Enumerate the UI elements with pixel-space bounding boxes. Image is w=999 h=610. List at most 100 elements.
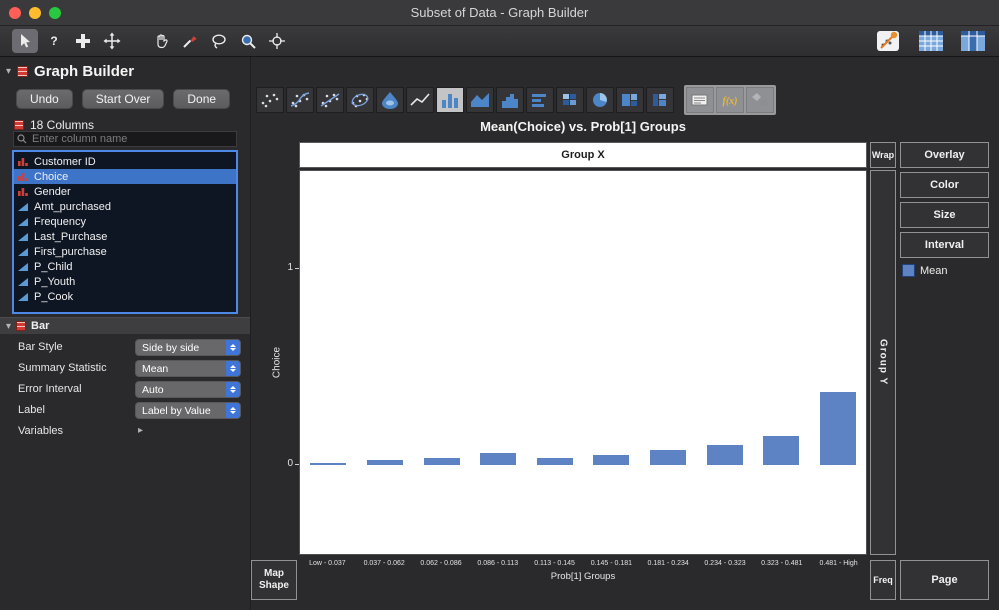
done-button[interactable]: Done <box>173 89 231 109</box>
column-item-p-child[interactable]: P_Child <box>14 259 236 274</box>
palette-bar-h-icon[interactable] <box>526 87 554 113</box>
palette-pie-icon[interactable] <box>586 87 614 113</box>
data-table-icon[interactable] <box>917 28 945 54</box>
popup-chevrons-icon <box>226 382 240 397</box>
bar[interactable] <box>310 463 347 465</box>
graph-builder-window: Subset of Data - Graph Builder ? ▾ Graph… <box>0 0 999 610</box>
bar[interactable] <box>706 445 743 465</box>
color-zone[interactable]: Color <box>900 172 989 198</box>
bar-section-title: Bar <box>31 320 50 332</box>
group-x-zone[interactable]: Group X <box>299 142 867 168</box>
crosshair-tool[interactable] <box>264 29 290 53</box>
traffic-lights <box>9 7 61 19</box>
palette-line-of-fit-icon[interactable] <box>316 87 344 113</box>
palette-formula-icon[interactable]: f(x) <box>716 87 744 113</box>
arrow-tool[interactable] <box>12 29 38 53</box>
variables-row: Variables ▸ <box>0 422 250 443</box>
page-zone[interactable]: Page <box>900 560 989 600</box>
palette-bar-icon[interactable] <box>436 87 464 113</box>
x-tick-label: 0.323 - 0.481 <box>761 560 803 567</box>
palette-treemap-icon[interactable] <box>616 87 644 113</box>
column-name: Choice <box>34 170 69 183</box>
collapse-triangle-icon[interactable]: ▾ <box>6 66 11 77</box>
section-collapse-icon[interactable]: ▾ <box>6 321 11 332</box>
table-icon <box>14 120 24 130</box>
columns-view-icon[interactable] <box>959 28 987 54</box>
label-label: Label <box>18 404 45 416</box>
error-interval-row: Error Interval Auto <box>0 380 250 401</box>
column-item-choice[interactable]: Choice <box>14 169 236 184</box>
column-name: Gender <box>34 185 71 198</box>
nominal-column-icon <box>18 157 29 167</box>
lasso-tool[interactable] <box>206 29 232 53</box>
grabber-tool[interactable] <box>148 29 174 53</box>
group-y-zone[interactable]: Group Y <box>870 170 896 555</box>
summary-statistic-row: Summary Statistic Mean <box>0 359 250 380</box>
palette-caption-box-icon[interactable] <box>686 87 714 113</box>
brush-tool[interactable] <box>177 29 203 53</box>
bar[interactable] <box>423 458 460 465</box>
overlay-zone[interactable]: Overlay <box>900 142 989 168</box>
wrap-zone[interactable]: Wrap <box>870 142 896 168</box>
bar[interactable] <box>819 392 856 465</box>
palette-ellipse-icon[interactable] <box>346 87 374 113</box>
palette-scatter-icon[interactable] <box>256 87 284 113</box>
fat-plus-tool[interactable] <box>70 29 96 53</box>
column-search-input[interactable] <box>30 132 233 146</box>
report-icon <box>17 66 29 77</box>
bar[interactable] <box>593 455 630 465</box>
bar[interactable] <box>649 450 686 465</box>
group-y-label: Group Y <box>877 339 889 386</box>
start-over-button[interactable]: Start Over <box>81 89 165 109</box>
column-item-last-purchase[interactable]: Last_Purchase <box>14 229 236 244</box>
palette-heatmap-icon[interactable] <box>556 87 584 113</box>
magnifier-tool[interactable] <box>235 29 261 53</box>
palette-mosaic-icon[interactable] <box>646 87 674 113</box>
legend: Mean <box>902 264 948 277</box>
error-interval-popup[interactable]: Auto <box>135 381 241 398</box>
continuous-column-icon <box>18 217 29 227</box>
palette-contour-icon[interactable] <box>376 87 404 113</box>
column-item-p-youth[interactable]: P_Youth <box>14 274 236 289</box>
toolbar: ? <box>0 26 999 57</box>
bar[interactable] <box>763 436 800 465</box>
map-shape-zone[interactable]: Map Shape <box>251 560 297 600</box>
move-tool[interactable] <box>99 29 125 53</box>
continuous-column-icon <box>18 292 29 302</box>
undo-button[interactable]: Undo <box>16 89 73 109</box>
column-item-customer-id[interactable]: Customer ID <box>14 154 236 169</box>
element-palette: f(x) <box>256 85 776 115</box>
column-item-amt-purchased[interactable]: Amt_purchased <box>14 199 236 214</box>
palette-area-icon[interactable] <box>466 87 494 113</box>
zoom-window-button[interactable] <box>49 7 61 19</box>
palette-line-icon[interactable] <box>406 87 434 113</box>
column-item-frequency[interactable]: Frequency <box>14 214 236 229</box>
plot-area[interactable] <box>299 170 867 555</box>
minimize-button[interactable] <box>29 7 41 19</box>
help-tool[interactable]: ? <box>41 29 67 53</box>
variables-disclosure-icon[interactable]: ▸ <box>138 425 143 436</box>
palette-smoother-icon[interactable] <box>286 87 314 113</box>
summary-statistic-label: Summary Statistic <box>18 362 107 374</box>
column-name: Last_Purchase <box>34 230 108 243</box>
freq-zone[interactable]: Freq <box>870 560 896 600</box>
column-item-p-cook[interactable]: P_Cook <box>14 289 236 304</box>
palette-histogram-icon[interactable] <box>496 87 524 113</box>
palette-map-shapes-icon[interactable] <box>746 87 774 113</box>
popup-chevrons-icon <box>226 403 240 418</box>
bar[interactable] <box>536 458 573 465</box>
graph-launch-icon[interactable] <box>875 28 903 54</box>
column-item-first-purchase[interactable]: First_purchase <box>14 244 236 259</box>
bar-style-popup[interactable]: Side by side <box>135 339 241 356</box>
close-button[interactable] <box>9 7 21 19</box>
size-zone[interactable]: Size <box>900 202 989 228</box>
column-item-gender[interactable]: Gender <box>14 184 236 199</box>
nominal-column-icon <box>18 172 29 182</box>
summary-statistic-popup[interactable]: Mean <box>135 360 241 377</box>
interval-zone[interactable]: Interval <box>900 232 989 258</box>
column-name: Customer ID <box>34 155 96 168</box>
bar[interactable] <box>480 453 517 465</box>
label-popup[interactable]: Label by Value <box>135 402 241 419</box>
bar[interactable] <box>366 460 403 465</box>
x-tick-label: 0.037 - 0.062 <box>363 560 405 567</box>
